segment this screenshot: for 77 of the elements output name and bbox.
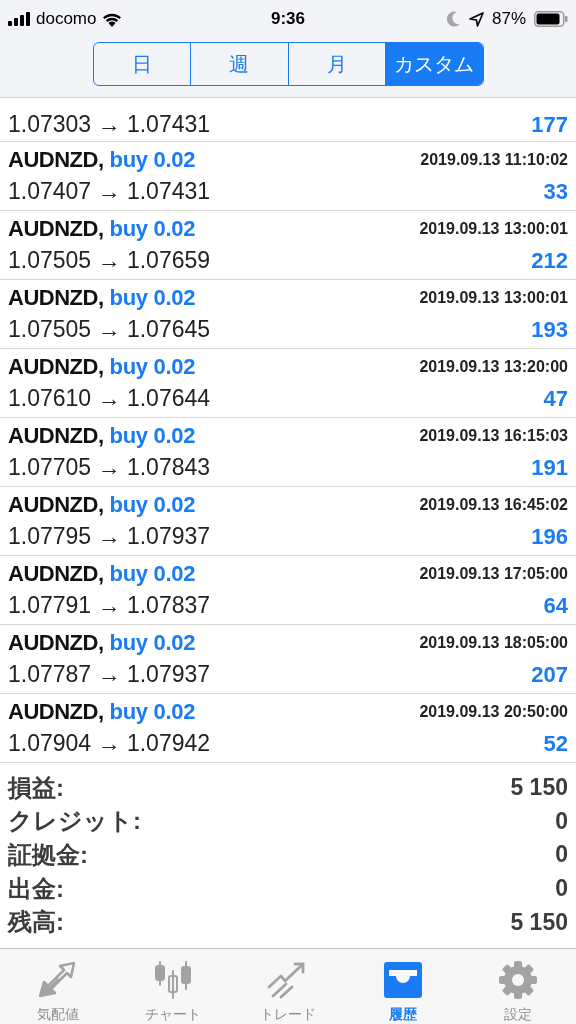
moon-icon [446,11,461,27]
trade-time: 2019.09.13 18:05:00 [419,634,568,652]
trade-time: 2019.09.13 20:50:00 [419,703,568,721]
price-range: 1.07787 → 1.07937 [8,661,211,688]
profit-value: 64 [543,592,568,619]
candlestick-icon [152,961,193,999]
location-arrow-icon [468,11,484,27]
tab-bar-item[interactable]: チャート [115,949,231,1024]
period-tab[interactable]: カスタム [385,43,483,85]
price-range: 1.07904 → 1.07942 [8,730,211,757]
price-range: 1.07791 → 1.07837 [8,592,211,619]
trade-time: 2019.09.13 11:10:02 [420,151,568,169]
settings-icon [498,960,539,1000]
inbox-tray-icon [383,962,424,998]
trade-volume: buy 0.02 [109,492,196,518]
symbol-name: AUDNZD, [8,423,104,449]
tab-bar-item[interactable]: 履歴 [345,949,461,1024]
profit-value: 33 [543,178,568,205]
summary-value: 0 [555,841,568,869]
summary-label: クレジット: [8,806,141,837]
trade-volume: buy 0.02 [109,147,196,173]
trade-time: 2019.09.13 17:05:00 [419,565,568,583]
symbol-name: AUDNZD, [8,147,104,173]
symbol-name: AUDNZD, [8,354,104,380]
summary-value: 5 150 [510,908,568,936]
tab-bar-item[interactable]: 設定 [460,949,576,1024]
profit-value: 207 [531,661,568,688]
symbol-name: AUDNZD, [8,285,104,311]
profit-value: 52 [543,730,568,757]
tab-bar-item[interactable]: 気配値 [0,949,116,1024]
trade-volume: buy 0.02 [109,354,196,380]
trade-time: 2019.09.13 16:45:02 [419,496,568,514]
symbol-name: AUDNZD, [8,492,104,518]
price-range: 1.07505 → 1.07659 [8,247,211,274]
wifi-icon [102,11,123,27]
signal-icon [8,12,30,26]
profit-value: 196 [531,523,568,550]
symbol-name: AUDNZD, [8,561,104,587]
price-range: 1.07610 → 1.07644 [8,385,211,412]
price-range: 1.07407 → 1.07431 [8,178,211,205]
symbol-name: AUDNZD, [8,216,104,242]
price-range: 1.07505 → 1.07645 [8,316,211,343]
trade-volume: buy 0.02 [109,216,196,242]
summary-label: 残高: [8,907,64,938]
double-arrow-icon [37,962,78,998]
profit-value: 47 [543,385,568,412]
summary-label: 出金: [8,873,64,904]
trade-volume: buy 0.02 [109,561,196,587]
summary-label: 証拠金: [8,840,88,870]
price-range: 1.07705 → 1.07843 [8,454,211,481]
battery-percent: 87% [491,9,526,29]
trade-volume: buy 0.02 [109,699,196,725]
trade-time: 2019.09.13 13:20:00 [419,358,568,376]
summary-value: 5 150 [510,774,568,802]
profit-value: 212 [531,247,568,274]
price-range: 1.07795 → 1.07937 [8,523,211,550]
summary-label: 損益: [8,772,64,803]
clock-time: 9:36 [271,9,305,29]
trade-volume: buy 0.02 [109,423,196,449]
trade-volume: buy 0.02 [109,285,196,311]
symbol-name: AUDNZD, [8,630,104,656]
summary-value: 0 [555,807,568,835]
trade-volume: buy 0.02 [109,630,196,656]
profit-value: 177 [531,111,568,138]
tab-bar-item[interactable]: トレード [230,949,346,1024]
period-tab[interactable]: 日 [93,43,190,85]
battery-icon [534,11,568,27]
trade-time: 2019.09.13 16:15:03 [419,427,568,445]
trade-time: 2019.09.13 13:00:01 [419,220,568,238]
price-range: 1.07303 → 1.07431 [8,111,211,138]
profit-value: 191 [531,454,568,481]
trade-time: 2019.09.13 13:00:01 [419,289,568,307]
profit-value: 193 [531,316,568,343]
summary-value: 0 [555,875,568,903]
symbol-name: AUDNZD, [8,699,104,725]
period-tab[interactable]: 週 [190,43,288,85]
carrier-name: docomo [36,9,97,29]
